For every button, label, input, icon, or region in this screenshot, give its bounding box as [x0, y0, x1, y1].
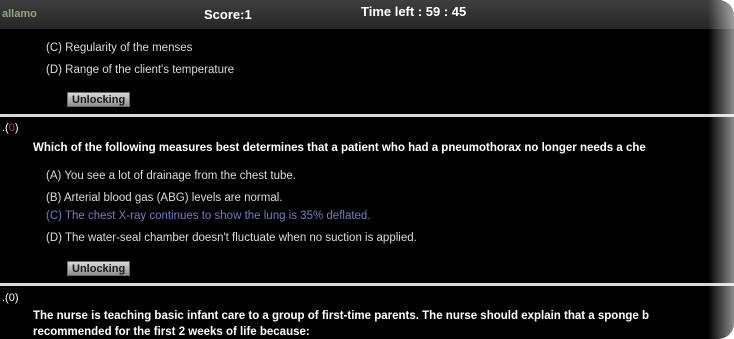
prev-option-d[interactable]: (D) Range of the client's temperature	[46, 64, 234, 76]
option-b[interactable]: (B) Arterial blood gas (ABG) levels are …	[46, 192, 282, 204]
score-label: Score:1	[204, 7, 252, 22]
option-c[interactable]: (C) The chest X-ray continues to show th…	[46, 210, 371, 222]
question-text: The nurse is teaching basic infant care …	[33, 310, 649, 322]
question-number: .(0)	[2, 122, 19, 134]
top-bar: allamo Score:1 Time left : 59 : 45	[0, 0, 734, 29]
prev-option-c[interactable]: (C) Regularity of the menses	[46, 42, 192, 54]
question-number: .(0)	[2, 292, 19, 304]
time-left-label: Time left : 59 : 45	[361, 4, 467, 19]
question-text: Which of the following measures best det…	[33, 142, 646, 154]
quiz-screen: allamo Score:1 Time left : 59 : 45 (C) R…	[0, 0, 734, 339]
app-name: allamo	[2, 8, 37, 20]
question-divider	[0, 283, 734, 286]
unlocking-button-1[interactable]: Unlocking	[67, 92, 131, 107]
question-divider	[0, 114, 734, 117]
screen-edge	[708, 0, 734, 339]
question-text-continued: recommended for the first 2 weeks of lif…	[33, 326, 310, 338]
unlocking-button-2[interactable]: Unlocking	[67, 261, 131, 276]
option-a[interactable]: (A) You see a lot of drainage from the c…	[46, 170, 296, 182]
option-d[interactable]: (D) The water-seal chamber doesn't fluct…	[46, 232, 417, 244]
